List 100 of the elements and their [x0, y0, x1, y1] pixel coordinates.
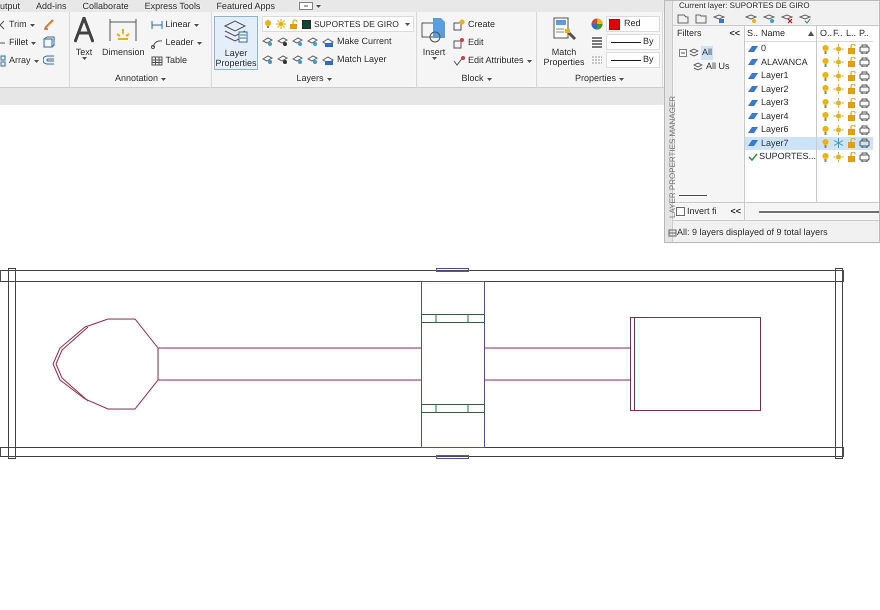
layer-row[interactable]: Layer6 — [745, 123, 816, 136]
big-tool-button[interactable]: Insert — [419, 16, 449, 61]
bulb-icon[interactable] — [820, 57, 831, 68]
ribbon-tab[interactable]: Add-ins — [36, 0, 67, 12]
ribbon-tab[interactable]: Collaborate — [82, 0, 129, 12]
column-header[interactable]: Name — [761, 26, 808, 40]
tool-button[interactable]: Edit — [453, 34, 532, 52]
column-header[interactable]: L.. — [846, 26, 857, 40]
bulb-icon[interactable] — [820, 152, 831, 162]
tool-button[interactable]: Create — [453, 16, 532, 34]
caret-icon[interactable] — [30, 24, 35, 26]
column-header[interactable]: S.. — [745, 26, 761, 40]
collapse-toggle[interactable]: << — [729, 27, 740, 41]
collapse-toggle[interactable]: << — [730, 204, 741, 218]
caret-icon[interactable] — [82, 57, 86, 60]
caret-icon[interactable] — [31, 42, 36, 44]
layer-tool-icon[interactable] — [277, 36, 288, 47]
bulb-icon[interactable] — [820, 98, 831, 108]
layer-tool-icon[interactable] — [277, 54, 288, 65]
layer-row[interactable]: ALAVANCA — [745, 56, 816, 69]
caret-icon[interactable] — [326, 78, 332, 80]
caret-icon[interactable] — [432, 57, 436, 60]
new-layer-icon[interactable] — [745, 12, 757, 24]
big-tool-button[interactable]: Layer Properties — [214, 16, 258, 70]
printer-icon[interactable] — [859, 111, 870, 122]
printer-icon[interactable] — [859, 138, 870, 148]
ribbon-tab[interactable]: utput — [0, 0, 20, 12]
column-header[interactable]: F.. — [833, 26, 844, 40]
bulb-icon[interactable] — [820, 111, 831, 122]
tool-button[interactable]: Edit Attributes — [453, 52, 532, 70]
tool-button[interactable]: Match Layer — [322, 50, 387, 68]
invert-filter-checkbox[interactable]: Invert fi — [676, 204, 717, 218]
column-header[interactable]: O.. — [820, 26, 831, 40]
caret-icon[interactable] — [486, 78, 492, 80]
printer-icon[interactable] — [859, 98, 870, 108]
new-filter-icon[interactable] — [677, 12, 689, 24]
printer-icon[interactable] — [859, 84, 870, 94]
panel-title-button[interactable]: Block — [461, 72, 492, 86]
caret-icon[interactable] — [316, 4, 321, 8]
layer-row[interactable]: Layer4 — [745, 110, 816, 123]
horizontal-scrollbar[interactable] — [759, 210, 879, 212]
panel-title-button[interactable]: Properties — [574, 72, 624, 86]
collapse-box-icon[interactable] — [679, 49, 687, 57]
bulb-icon[interactable] — [820, 44, 831, 54]
layer-tool-icon[interactable] — [292, 36, 303, 47]
layer-row[interactable]: Layer2 — [745, 82, 816, 96]
new-layer-frozen-icon[interactable] — [763, 12, 775, 24]
tool-button[interactable]: Make Current — [322, 32, 392, 50]
caret-icon[interactable] — [34, 60, 39, 62]
offset-icon[interactable] — [42, 54, 55, 66]
folder-icon[interactable] — [695, 12, 707, 24]
delete-layer-icon[interactable] — [781, 12, 793, 24]
filter-tree-item[interactable]: All — [701, 46, 714, 60]
set-current-icon[interactable] — [799, 12, 811, 24]
caret-icon[interactable] — [196, 42, 202, 44]
layer-row[interactable]: 0 — [745, 42, 816, 56]
layer-states-icon[interactable] — [713, 12, 725, 24]
layer-tool-icon[interactable] — [262, 54, 273, 65]
layer-tool-icon[interactable] — [307, 54, 318, 65]
caret-icon[interactable] — [619, 78, 624, 80]
printer-icon[interactable] — [859, 152, 870, 162]
pencil-icon[interactable] — [42, 18, 55, 30]
big-tool-button[interactable]: Match Properties — [539, 16, 589, 68]
layer-row[interactable]: Layer1 — [745, 69, 816, 82]
printer-icon[interactable] — [859, 124, 870, 135]
color-dropdown[interactable]: Red — [606, 16, 660, 32]
caret-icon[interactable] — [526, 60, 532, 62]
layer-row[interactable]: SUPORTES... — [745, 150, 816, 164]
panel-title-button[interactable]: Layers — [296, 72, 332, 86]
panel-toggle-icon[interactable] — [298, 2, 313, 10]
printer-icon[interactable] — [859, 44, 870, 54]
caret-icon[interactable] — [194, 24, 199, 26]
layer-tool-icon[interactable] — [292, 54, 303, 65]
bulb-icon[interactable] — [820, 70, 831, 81]
bulb-icon[interactable] — [820, 84, 831, 94]
layer-tool-icon[interactable] — [307, 36, 318, 47]
column-header[interactable]: P.. — [859, 26, 870, 40]
tool-button[interactable]: Linear — [150, 16, 202, 34]
printer-icon[interactable] — [859, 57, 870, 68]
filter-tree-item[interactable]: All Us — [705, 60, 731, 74]
tool-button[interactable]: Leader — [150, 34, 202, 52]
tool-button[interactable]: Fillet — [0, 34, 39, 52]
tool-button[interactable]: Trim — [0, 16, 39, 34]
layer-dropdown[interactable]: SUPORTES DE GIRO — [262, 16, 414, 32]
line-dropdown[interactable]: By — [606, 34, 660, 50]
line-dropdown[interactable]: By — [606, 52, 660, 68]
bulb-icon[interactable] — [820, 138, 831, 148]
big-tool-button[interactable]: Text — [72, 16, 96, 61]
bulb-icon[interactable] — [820, 124, 831, 135]
ribbon-tab[interactable]: Featured Apps — [216, 0, 275, 12]
ribbon-tab[interactable]: Express Tools — [144, 0, 200, 12]
caret-icon[interactable] — [405, 22, 410, 26]
layer-tool-icon[interactable] — [262, 36, 273, 47]
layer-row[interactable]: Layer7 — [745, 136, 816, 150]
box-icon[interactable] — [42, 36, 55, 48]
tool-button[interactable]: Table — [150, 52, 202, 70]
panel-title-button[interactable]: Annotation — [114, 72, 166, 86]
layer-row[interactable]: Layer3 — [745, 96, 816, 110]
printer-icon[interactable] — [859, 70, 870, 81]
tool-button[interactable]: Array — [0, 52, 39, 70]
